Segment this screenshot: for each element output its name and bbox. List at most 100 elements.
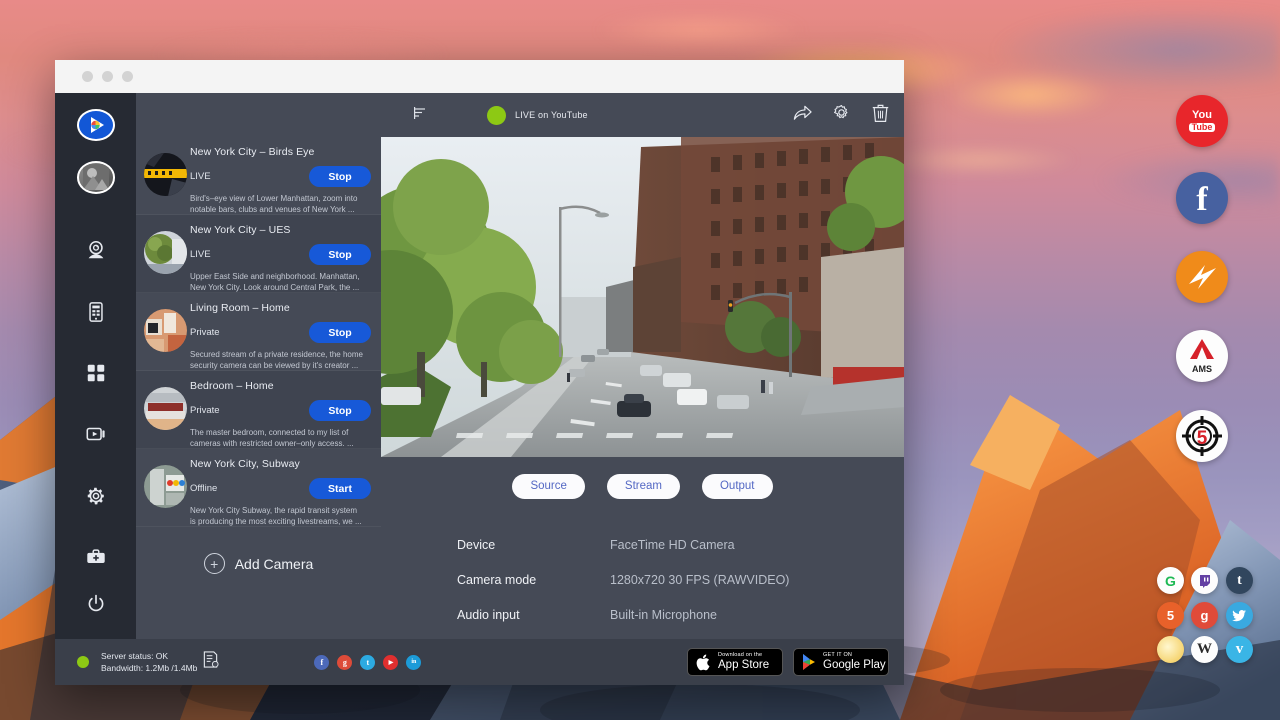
desktop-icon-youtube[interactable]: You Tube [1176,95,1228,147]
window-close-button[interactable] [82,71,93,82]
user-avatar-icon [83,164,109,190]
thumbnail-subway [144,465,187,508]
desktop-icon-flickr[interactable] [1157,636,1184,663]
bandwidth-line: Bandwidth: 1.2Mb /1.4Mb [101,662,197,674]
camera-list-item[interactable]: Living Room – Home Private Stop Secured … [136,293,381,371]
camera-action-button[interactable]: Stop [309,166,371,187]
camera-action-button[interactable]: Stop [309,400,371,421]
toolbox-icon [85,546,107,568]
social-youtube[interactable]: ▶ [383,655,398,670]
add-camera-button[interactable]: + Add Camera [136,527,381,574]
social-linkedin[interactable]: in [406,655,421,670]
desktop-icon-vimeo[interactable]: v [1226,636,1253,663]
google-play-small-label: GET IT ON [823,653,886,659]
plus-circle-icon: + [204,553,225,574]
camera-description: New York City Subway, the rapid transit … [190,506,371,527]
tab-source[interactable]: Source [512,474,584,499]
window-maximize-button[interactable] [122,71,133,82]
twitter-bird-icon [1232,609,1247,622]
app-store-large-label: App Store [718,660,769,672]
camera-title: Bedroom – Home [190,380,371,392]
tab-stream[interactable]: Stream [607,474,680,499]
detail-label: Camera mode [457,573,610,587]
camera-action-button[interactable]: Stop [309,244,371,265]
play-logo-icon [85,114,107,136]
camera-list-item[interactable]: New York City, Subway Offline Start New … [136,449,381,527]
sort-icon[interactable] [413,106,427,125]
left-navigation-rail [55,93,136,639]
social-facebook[interactable]: f [314,655,329,670]
camera-action-button[interactable]: Stop [309,322,371,343]
window-minimize-button[interactable] [102,71,113,82]
camera-list-item[interactable]: New York City – Birds Eye LIVE Stop Bird… [136,137,381,215]
sidebar-item-power[interactable] [76,588,116,621]
camera-list-item[interactable]: New York City – UES LIVE Stop Upper East… [136,215,381,293]
camera-list-item[interactable]: Bedroom – Home Private Stop The master b… [136,371,381,449]
video-preview[interactable] [381,137,904,457]
desktop-icon-grammarly[interactable]: G [1157,567,1184,594]
camera-action-button[interactable]: Start [309,478,371,499]
desktop-icon-tumblr[interactable]: t [1226,567,1253,594]
app-store-badge[interactable]: Download on the App Store [687,648,783,676]
vimeo-v-icon: v [1236,641,1244,658]
desktop-icon-adobe-ams[interactable]: AMS [1176,330,1228,382]
desktop-icon-winamp[interactable] [1176,251,1228,303]
video-player-icon [85,423,107,445]
adobe-a-icon [1189,338,1215,360]
sidebar-item-settings[interactable] [76,479,116,512]
sidebar-item-addons[interactable] [76,540,116,573]
camera-description: Upper East Side and neighborhood. Manhat… [190,272,371,293]
log-button[interactable] [202,651,219,673]
video-frame [381,137,904,457]
detail-row-camera-mode: Camera mode 1280x720 30 FPS (RAWVIDEO) [457,562,904,597]
sidebar-item-user-avatar[interactable] [77,161,115,193]
social-twitter[interactable]: t [360,655,375,670]
app-store-small-label: Download on the [718,653,769,659]
sidebar-item-streams[interactable] [76,418,116,451]
svg-text:5: 5 [1197,428,1208,449]
desktop-icon-html5[interactable]: 5 [1157,602,1184,629]
sidebar-item-app-logo[interactable] [77,109,115,141]
desktop-icon-wordpress[interactable]: W [1191,636,1218,663]
thumbnail-birds-eye [144,153,187,196]
desktop-icon-google-plus[interactable]: g [1191,602,1218,629]
status-footer: Server status: OK Bandwidth: 1.2Mb /1.4M… [55,639,904,685]
wordpress-w-icon: W [1197,641,1212,658]
thumbnail-living-room [144,309,187,352]
delete-button[interactable] [871,103,890,128]
app-window: New York City – Birds Eye LIVE Stop Bird… [55,60,904,685]
camera-description: Bird's–eye view of Lower Manhattan, zoom… [190,194,371,215]
lightning-icon [1185,262,1219,292]
settings-button[interactable] [832,103,851,127]
desktop-icon-twitch[interactable] [1191,567,1218,594]
social-google-plus[interactable]: g [337,655,352,670]
main-content: LIVE on YouTube [381,93,904,639]
camera-list-panel: New York City – Birds Eye LIVE Stop Bird… [136,93,381,639]
detail-row-audio-input: Audio input Built-in Microphone [457,597,904,632]
sidebar-item-cameras[interactable] [76,234,116,267]
play-triangle-icon [801,653,817,671]
desktop-icon-twitter[interactable] [1226,602,1253,629]
desktop-icon-facebook[interactable]: f [1176,172,1228,224]
grid-icon [85,362,107,384]
social-links: f g t ▶ in [314,655,421,670]
share-button[interactable] [793,103,812,127]
camera-status: LIVE [190,249,309,260]
camera-list: New York City – Birds Eye LIVE Stop Bird… [136,137,381,639]
camera-title: New York City, Subway [190,458,371,470]
sidebar-item-dashboard[interactable] [76,356,116,389]
sidebar-item-device[interactable] [76,295,116,328]
ams-label: AMS [1189,365,1215,374]
apple-icon [695,653,712,672]
camera-description: The master bedroom, connected to my list… [190,428,371,449]
tab-output[interactable]: Output [702,474,773,499]
google-play-large-label: Google Play [823,660,886,672]
detail-value: FaceTime HD Camera [610,538,735,552]
top-toolbar: LIVE on YouTube [381,93,904,137]
crosshair-icon: 5 [1179,413,1225,459]
desktop-icon-target-five[interactable]: 5 [1176,410,1228,462]
camera-status: Private [190,405,309,416]
server-status-dot [77,656,89,668]
detail-row-device: Device FaceTime HD Camera [457,527,904,562]
google-play-badge[interactable]: GET IT ON Google Play [793,648,889,676]
